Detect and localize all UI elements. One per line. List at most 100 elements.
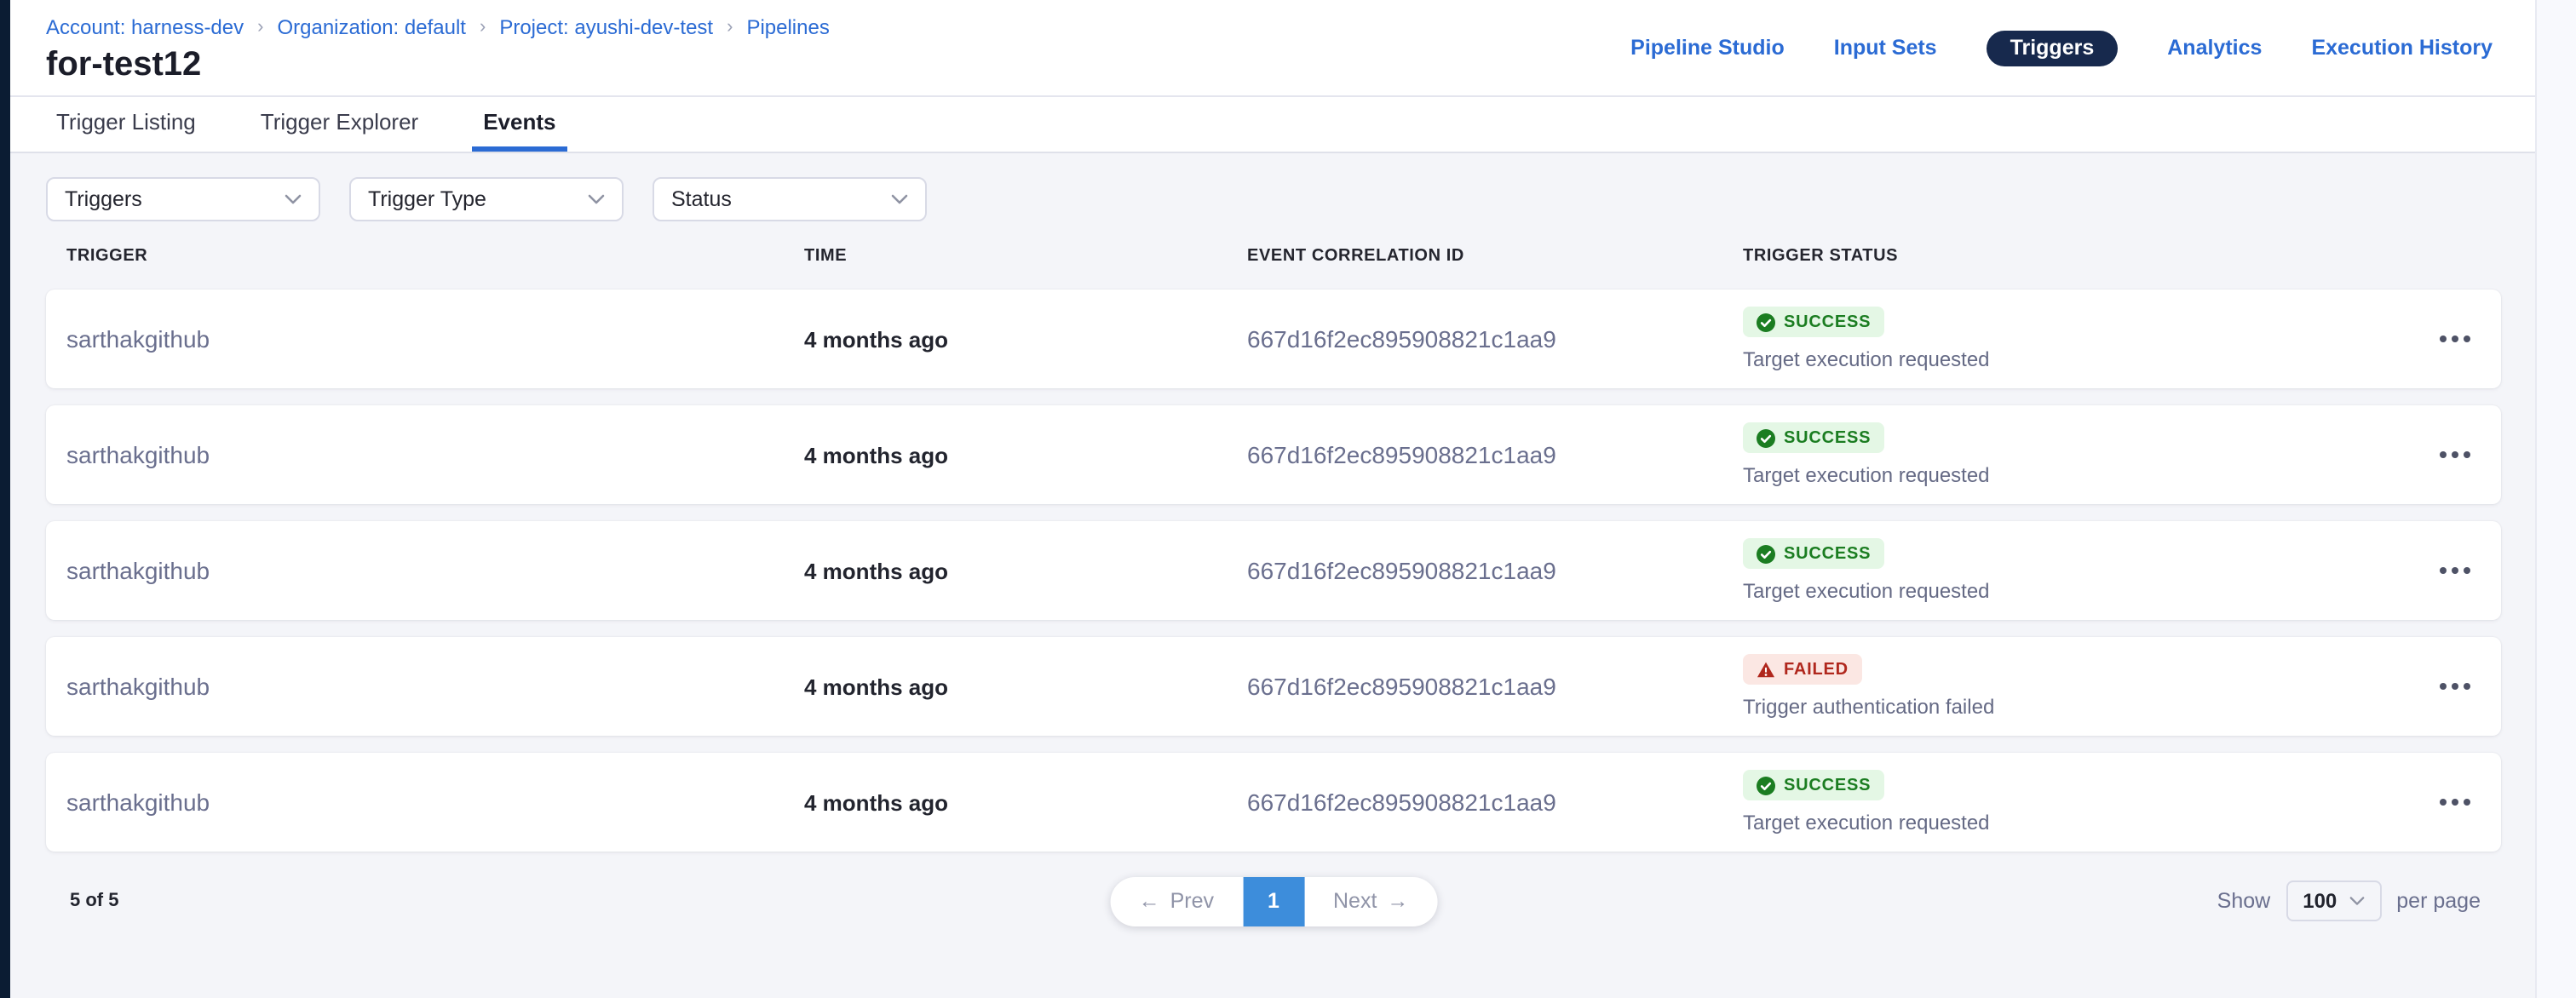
tab-events[interactable]: Events — [471, 97, 567, 152]
event-correlation-id: 667d16f2ec895908821c1aa9 — [1247, 441, 1743, 468]
pager: ← Prev 1 Next → — [1110, 876, 1438, 926]
warning-triangle-icon — [1757, 660, 1775, 679]
scrollbar-gutter[interactable] — [2535, 0, 2576, 998]
event-correlation-id: 667d16f2ec895908821c1aa9 — [1247, 325, 1743, 353]
col-header-trigger: TRIGGER — [66, 247, 804, 266]
status-detail: Target execution requested — [1743, 463, 2389, 487]
arrow-left-icon: ← — [1139, 889, 1160, 913]
check-circle-icon — [1757, 428, 1775, 447]
status-detail: Trigger authentication failed — [1743, 695, 2389, 719]
table-row: sarthakgithub 4 months ago 667d16f2ec895… — [46, 290, 2501, 388]
status-badge-label: FAILED — [1784, 660, 1849, 679]
chevron-down-icon — [891, 194, 908, 204]
arrow-right-icon: → — [1387, 889, 1408, 913]
status-badge-label: SUCCESS — [1784, 776, 1871, 794]
trigger-status-cell: FAILED Trigger authentication failed — [1743, 654, 2389, 719]
table-row: sarthakgithub 4 months ago 667d16f2ec895… — [46, 405, 2501, 504]
event-correlation-id: 667d16f2ec895908821c1aa9 — [1247, 789, 1743, 816]
event-correlation-id: 667d16f2ec895908821c1aa9 — [1247, 673, 1743, 700]
check-circle-icon — [1757, 313, 1775, 331]
tab-trigger-listing[interactable]: Trigger Listing — [44, 97, 208, 152]
status-detail: Target execution requested — [1743, 579, 2389, 603]
col-header-correlation-id: EVENT CORRELATION ID — [1247, 247, 1743, 266]
per-page-control: Show 100 per page — [2217, 880, 2481, 921]
row-menu-button[interactable] — [2436, 674, 2474, 698]
status-badge-label: SUCCESS — [1784, 313, 1871, 331]
col-header-time: TIME — [804, 247, 1247, 266]
row-menu-button[interactable] — [2436, 443, 2474, 467]
dots-menu-icon — [2440, 683, 2447, 690]
col-header-trigger-status: TRIGGER STATUS — [1743, 247, 2389, 266]
nav-pipeline-studio[interactable]: Pipeline Studio — [1630, 36, 1785, 60]
status-badge-label: SUCCESS — [1784, 544, 1871, 563]
pagination-range: 5 of 5 — [70, 891, 118, 911]
table-header: TRIGGER TIME EVENT CORRELATION ID TRIGGE… — [46, 221, 2501, 290]
status-filter-label: Status — [671, 187, 732, 211]
nav-triggers-active[interactable]: Triggers — [1987, 30, 2119, 66]
per-page-label: per page — [2396, 889, 2481, 913]
triggers-filter-dropdown[interactable]: Triggers — [46, 177, 320, 221]
trigger-name: sarthakgithub — [66, 325, 804, 353]
nav-input-sets[interactable]: Input Sets — [1834, 36, 1937, 60]
breadcrumb-project[interactable]: Project: ayushi-dev-test — [499, 15, 713, 39]
chevron-down-icon — [588, 194, 605, 204]
dots-menu-icon — [2440, 451, 2447, 458]
event-time: 4 months ago — [804, 442, 1247, 467]
breadcrumb-account[interactable]: Account: harness-dev — [46, 15, 244, 39]
chevron-right-icon: › — [257, 15, 263, 39]
page-header: Account: harness-dev › Organization: def… — [10, 0, 2537, 95]
triggers-filter-label: Triggers — [65, 187, 142, 211]
table-row: sarthakgithub 4 months ago 667d16f2ec895… — [46, 521, 2501, 620]
table-row: sarthakgithub 4 months ago 667d16f2ec895… — [46, 637, 2501, 736]
tab-trigger-explorer[interactable]: Trigger Explorer — [249, 97, 430, 152]
pipeline-top-nav: Pipeline Studio Input Sets Triggers Anal… — [1630, 0, 2493, 95]
status-filter-dropdown[interactable]: Status — [653, 177, 927, 221]
main-panel: Account: harness-dev › Organization: def… — [10, 0, 2537, 998]
prev-page-button[interactable]: ← Prev — [1110, 876, 1243, 926]
chevron-down-icon — [285, 194, 302, 204]
status-badge: SUCCESS — [1743, 770, 1884, 800]
page-size-value: 100 — [2303, 889, 2337, 913]
trigger-name: sarthakgithub — [66, 789, 804, 816]
check-circle-icon — [1757, 776, 1775, 794]
check-circle-icon — [1757, 544, 1775, 563]
breadcrumb-organization[interactable]: Organization: default — [277, 15, 466, 39]
row-menu-button[interactable] — [2436, 790, 2474, 814]
page-size-select[interactable]: 100 — [2286, 880, 2381, 921]
dots-menu-icon — [2440, 336, 2447, 342]
trigger-status-cell: SUCCESS Target execution requested — [1743, 538, 2389, 603]
chevron-down-icon — [2349, 896, 2364, 906]
page-number-current[interactable]: 1 — [1243, 876, 1304, 926]
trigger-name: sarthakgithub — [66, 441, 804, 468]
status-detail: Target execution requested — [1743, 811, 2389, 835]
table-row: sarthakgithub 4 months ago 667d16f2ec895… — [46, 753, 2501, 852]
status-badge: FAILED — [1743, 654, 1862, 685]
dots-menu-icon — [2440, 799, 2447, 806]
row-menu-button[interactable] — [2436, 327, 2474, 351]
status-badge: SUCCESS — [1743, 538, 1884, 569]
breadcrumb-pipelines[interactable]: Pipelines — [746, 15, 829, 39]
chevron-right-icon: › — [727, 15, 733, 39]
dots-menu-icon — [2440, 567, 2447, 574]
filters-row: Triggers Trigger Type Status — [46, 177, 2501, 221]
show-label: Show — [2217, 889, 2271, 913]
trigger-tabbar: Trigger Listing Trigger Explorer Events — [10, 95, 2537, 153]
event-time: 4 months ago — [804, 789, 1247, 815]
next-page-button[interactable]: Next → — [1304, 876, 1437, 926]
next-label: Next — [1333, 889, 1377, 913]
event-correlation-id: 667d16f2ec895908821c1aa9 — [1247, 557, 1743, 584]
row-menu-button[interactable] — [2436, 559, 2474, 582]
event-time: 4 months ago — [804, 326, 1247, 352]
chevron-right-icon: › — [480, 15, 486, 39]
app-viewport: Account: harness-dev › Organization: def… — [0, 0, 2576, 998]
nav-execution-history[interactable]: Execution History — [2311, 36, 2493, 60]
event-time: 4 months ago — [804, 674, 1247, 699]
trigger-status-cell: SUCCESS Target execution requested — [1743, 422, 2389, 487]
events-content: Triggers Trigger Type Status — [10, 153, 2537, 998]
trigger-type-filter-dropdown[interactable]: Trigger Type — [349, 177, 624, 221]
pagination-bar: 5 of 5 ← Prev 1 Next → Show 100 — [46, 875, 2501, 926]
status-badge-label: SUCCESS — [1784, 428, 1871, 447]
nav-analytics[interactable]: Analytics — [2167, 36, 2262, 60]
event-time: 4 months ago — [804, 558, 1247, 583]
trigger-name: sarthakgithub — [66, 557, 804, 584]
